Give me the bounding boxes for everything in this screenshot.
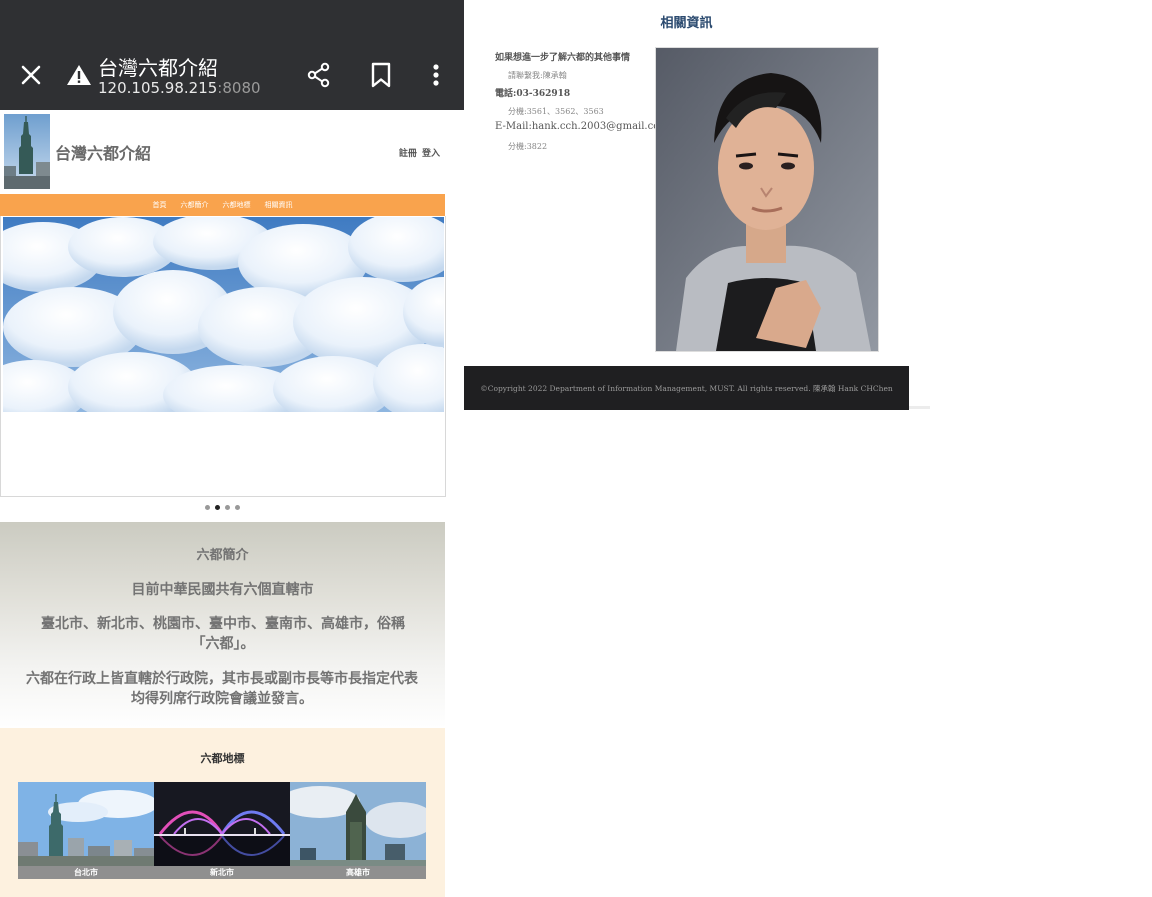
nav-item-home[interactable]: 首頁 — [153, 200, 167, 210]
info-page-screenshot: 相關資訊 如果想進一步了解六都的其他事情 請聯繫我:陳承翰 電話:03-3629… — [464, 0, 930, 412]
copyright-text: ©Copyright 2022 Department of Informatio… — [480, 383, 893, 393]
url-port: :8080 — [217, 79, 261, 97]
auth-links: 註冊 登入 — [397, 146, 440, 159]
landmark-caption-taipei: 台北市 — [18, 866, 154, 879]
site-logo[interactable] — [4, 114, 50, 189]
browser-toolbar: 台灣六都介紹 120.105.98.215:8080 — [0, 0, 464, 110]
landmarks-heading: 六都地標 — [200, 752, 245, 765]
url-host: 120.105.98.215 — [98, 79, 218, 97]
carousel-dot-active[interactable] — [215, 505, 220, 510]
image-carousel[interactable] — [0, 216, 446, 497]
carousel-dot[interactable] — [205, 505, 210, 510]
footer-edge — [909, 406, 930, 409]
phone-extensions: 分機:3561、3562、3563 — [508, 107, 604, 116]
landmark-card-newtaipei[interactable]: 新北市 — [154, 782, 290, 879]
carousel-indicators — [0, 505, 445, 515]
share-icon[interactable] — [304, 60, 334, 90]
landmark-card-taipei[interactable]: 台北市 — [18, 782, 154, 879]
nav-item-info[interactable]: 相關資訊 — [265, 200, 293, 210]
carousel-dot[interactable] — [225, 505, 230, 510]
main-nav: 首頁 六都簡介 六都地標 相關資訊 — [0, 194, 445, 216]
contact-phone: 電話:03-362918 — [495, 89, 571, 99]
site-footer: ©Copyright 2022 Department of Informatio… — [464, 366, 909, 410]
contact-email[interactable]: E-Mail:hank.cch.2003@gmail.com — [495, 121, 669, 132]
intro-paragraph-1: 目前中華民國共有六個直轄市 — [131, 582, 314, 598]
landmark-card-kaohsiung[interactable]: 高雄市 — [290, 782, 426, 879]
close-icon[interactable] — [16, 60, 46, 90]
bookmark-icon[interactable] — [366, 60, 396, 90]
site-title: 台灣六都介紹 — [55, 144, 152, 163]
kaohsiung-tower-image — [290, 782, 426, 879]
login-link[interactable]: 登入 — [422, 149, 440, 159]
landmark-caption-kaohsiung: 高雄市 — [290, 866, 426, 879]
register-link[interactable]: 註冊 — [399, 149, 417, 159]
email-extension: 分機:3822 — [508, 142, 548, 151]
intro-section: 六都簡介 目前中華民國共有六個直轄市 臺北市、新北市、桃園市、臺中市、臺南市、高… — [0, 522, 445, 728]
nav-item-landmarks[interactable]: 六都地標 — [223, 200, 251, 210]
taipei-skyline-image — [18, 782, 154, 879]
portrait-photo — [655, 47, 879, 352]
warning-icon[interactable] — [64, 60, 94, 90]
more-vert-icon[interactable] — [421, 60, 451, 90]
rainbow-bridge-image — [154, 782, 290, 879]
site-header: 台灣六都介紹 註冊 登入 — [0, 110, 445, 192]
nav-item-intro[interactable]: 六都簡介 — [181, 200, 209, 210]
landmark-caption-newtaipei: 新北市 — [154, 866, 290, 879]
intro-heading: 六都簡介 — [196, 548, 249, 563]
carousel-slide-clouds — [3, 217, 444, 412]
info-heading: 相關資訊 — [660, 16, 713, 31]
intro-paragraph-2: 臺北市、新北市、桃園市、臺中市、臺南市、高雄市，俗稱「六都」。 — [41, 616, 405, 652]
browser-url[interactable]: 120.105.98.215:8080 — [98, 79, 261, 97]
mobile-screenshot: 台灣六都介紹 120.105.98.215:8080 台灣六都介紹 註冊 登入 … — [0, 0, 464, 897]
info-question: 如果想進一步了解六都的其他事情 — [495, 53, 631, 63]
carousel-dot[interactable] — [235, 505, 240, 510]
landmarks-section: 六都地標 台北市 新北市 高雄市 — [0, 728, 445, 897]
contact-person: 請聯繫我:陳承翰 — [508, 71, 567, 80]
browser-page-title: 台灣六都介紹 — [98, 56, 218, 80]
intro-paragraph-3: 六都在行政上皆直轄於行政院，其市長或副市長等市長指定代表均得列席行政院會議並發言… — [26, 671, 418, 707]
